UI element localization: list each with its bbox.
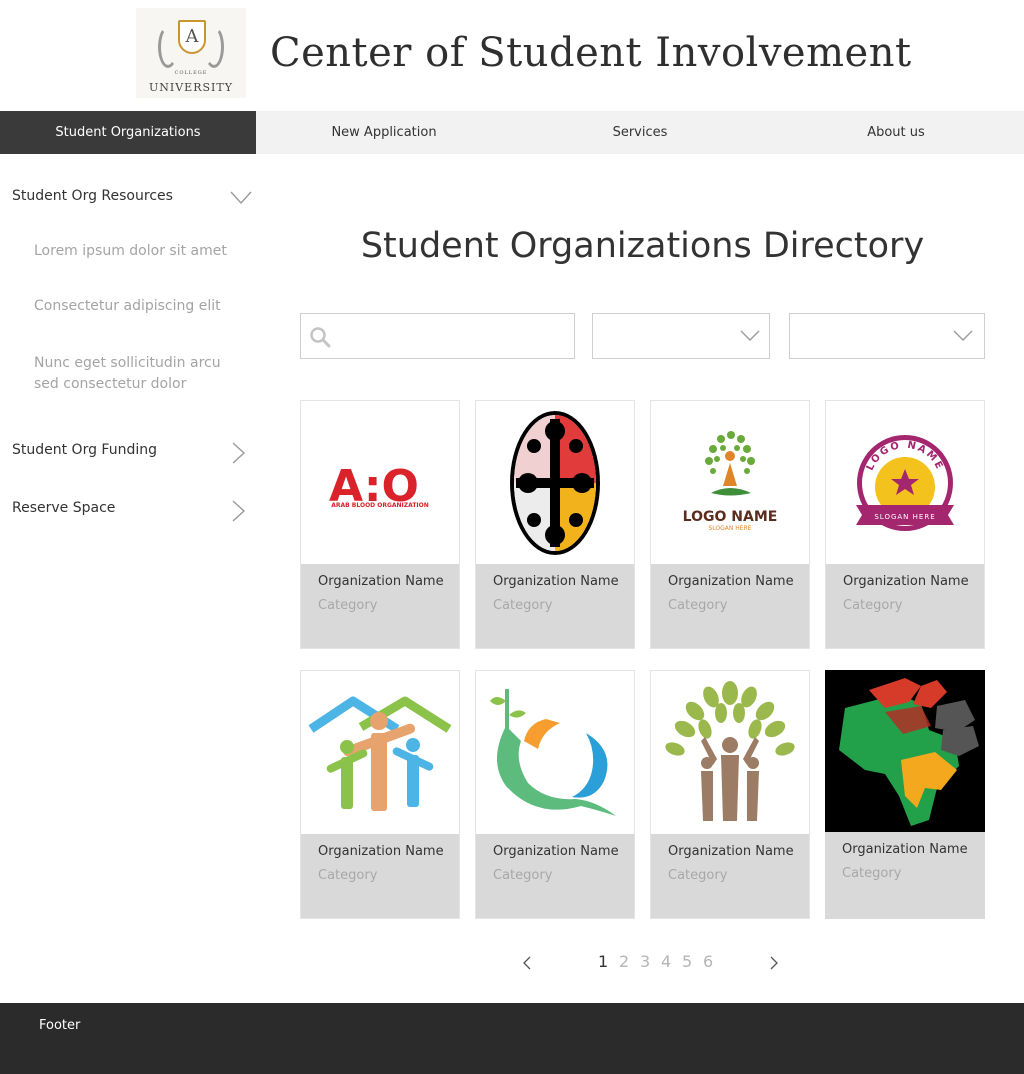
laurel-left-icon: [158, 26, 178, 68]
africa-fist-logo: [825, 670, 985, 832]
logo-letter: A: [185, 26, 199, 47]
org-category: Category: [843, 598, 903, 613]
chevron-down-icon: [953, 330, 973, 341]
shield-icon: A: [178, 20, 206, 54]
sidebar-item-reserve-space[interactable]: Reserve Space: [12, 500, 115, 516]
logo-university-text: UNIVERSITY: [149, 81, 233, 94]
nav-services[interactable]: Services: [512, 111, 768, 154]
org-category: Category: [668, 868, 728, 883]
org-card-info: Organization Name Category: [826, 564, 984, 648]
org-card[interactable]: LOGO NAME SLOGAN HERE Organization Name …: [650, 400, 810, 649]
org-card-info: Organization Name Category: [651, 834, 809, 918]
page-3[interactable]: 3: [640, 952, 650, 971]
footer-label: Footer: [39, 1018, 81, 1033]
org-category: Category: [668, 598, 728, 613]
org-category: Category: [318, 868, 378, 883]
org-card[interactable]: Organization Name Category: [475, 400, 635, 649]
org-card-info: Organization Name Category: [301, 564, 459, 648]
tree-person-logo: LOGO NAME SLOGAN HERE: [651, 401, 809, 564]
people-house-logo: [301, 671, 459, 834]
nav-about-us[interactable]: About us: [768, 111, 1024, 154]
org-category: Category: [493, 868, 553, 883]
org-card-info: Organization Name Category: [476, 834, 634, 918]
page-5[interactable]: 5: [682, 952, 692, 971]
org-name: Organization Name: [668, 574, 794, 589]
sidebar-subitem-consectetur[interactable]: Consectetur adipiscing elit: [34, 296, 234, 317]
org-name: Organization Name: [493, 574, 619, 589]
org-card-info: Organization Name Category: [301, 834, 459, 918]
org-card[interactable]: Organization Name Category: [300, 670, 460, 919]
nav-new-application[interactable]: New Application: [256, 111, 512, 154]
logo-slogan-text: SLOGAN HERE: [874, 513, 935, 521]
university-logo[interactable]: A COLLEGE UNIVERSITY: [136, 8, 246, 98]
org-category: Category: [318, 598, 378, 613]
org-name: Organization Name: [843, 574, 969, 589]
org-card-info: Organization Name Category: [651, 564, 809, 648]
site-title: Center of Student Involvement: [270, 30, 912, 76]
org-category: Category: [842, 866, 902, 881]
org-name: Organization Name: [318, 574, 444, 589]
page-4[interactable]: 4: [661, 952, 671, 971]
org-name: Organization Name: [668, 844, 794, 859]
page-1[interactable]: 1: [598, 952, 608, 971]
sidebar-item-funding[interactable]: Student Org Funding: [12, 442, 157, 458]
abo-logo: A:O ARAB BLOOD ORGANIZATION: [301, 401, 459, 564]
circle-badge-logo: LOGO NAME SLOGAN HERE: [826, 401, 984, 564]
search-input[interactable]: [339, 322, 564, 350]
sidebar-subitem-nunc[interactable]: Nunc eget sollicitudin arcu sed consecte…: [34, 353, 234, 395]
org-name: Organization Name: [318, 844, 444, 859]
nav-student-organizations[interactable]: Student Organizations: [0, 111, 256, 154]
chevron-down-icon[interactable]: [230, 191, 252, 205]
org-name: Organization Name: [842, 842, 968, 857]
org-card-info: Organization Name Category: [476, 564, 634, 648]
chevron-left-icon[interactable]: [521, 955, 533, 971]
filter-select-1[interactable]: [592, 313, 770, 359]
tribal-oval-logo: [476, 401, 634, 564]
search-box: [300, 313, 575, 359]
q-wave-logo: [476, 671, 634, 834]
page-6[interactable]: 6: [703, 952, 713, 971]
sidebar-item-resources[interactable]: Student Org Resources: [12, 188, 173, 204]
org-card[interactable]: Organization Name Category: [650, 670, 810, 919]
org-card-info: Organization Name Category: [825, 832, 985, 919]
chevron-right-icon[interactable]: [768, 955, 780, 971]
org-card[interactable]: Organization Name Category: [825, 670, 985, 919]
logo-name-text: LOGO NAME: [683, 509, 778, 525]
logo-college-text: COLLEGE: [174, 70, 208, 76]
logo-slogan-text: SLOGAN HERE: [708, 525, 751, 532]
main-nav: Student Organizations New Application Se…: [0, 111, 1024, 154]
filter-select-2[interactable]: [789, 313, 985, 359]
org-category: Category: [493, 598, 553, 613]
site-footer: Footer: [0, 1003, 1024, 1074]
org-card[interactable]: A:O ARAB BLOOD ORGANIZATION Organization…: [300, 400, 460, 649]
abo-logo-subtext: ARAB BLOOD ORGANIZATION: [331, 502, 429, 509]
site-header: A COLLEGE UNIVERSITY Center of Student I…: [0, 0, 1024, 111]
search-icon: [310, 327, 331, 348]
chevron-down-icon: [740, 330, 760, 341]
laurel-right-icon: [204, 26, 224, 68]
tree-people-logo: [651, 671, 809, 834]
chevron-right-icon[interactable]: [232, 442, 246, 464]
org-name: Organization Name: [493, 844, 619, 859]
page-2[interactable]: 2: [619, 952, 629, 971]
org-card[interactable]: Organization Name Category: [475, 670, 635, 919]
page-title: Student Organizations Directory: [360, 226, 925, 266]
sidebar-subitem-lorem[interactable]: Lorem ipsum dolor sit amet: [34, 241, 234, 262]
chevron-right-icon[interactable]: [232, 500, 246, 522]
org-card[interactable]: LOGO NAME SLOGAN HERE Organization Name …: [825, 400, 985, 649]
